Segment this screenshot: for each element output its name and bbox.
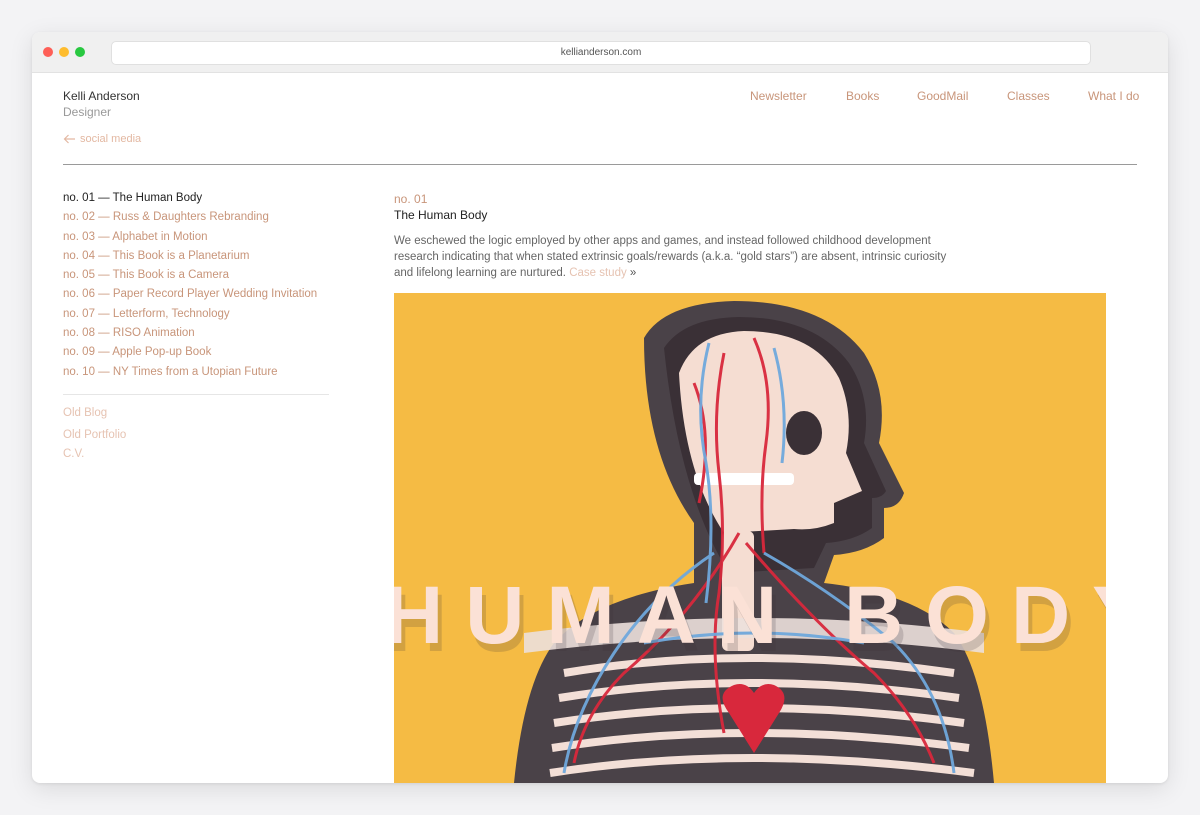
old-portfolio-link[interactable]: Old Portfolio xyxy=(63,429,126,441)
site-brand-role: Designer xyxy=(63,105,112,119)
project-title: The Human Body xyxy=(394,208,488,222)
project-item[interactable]: no. 10 — NY Times from a Utopian Future xyxy=(63,366,317,385)
project-item[interactable]: no. 02 — Russ & Daughters Rebranding xyxy=(63,211,317,230)
header-divider xyxy=(63,164,1137,165)
old-blog-link[interactable]: Old Blog xyxy=(63,407,107,419)
case-study-link[interactable]: Case study xyxy=(569,267,627,279)
hero-image-text: HUMAN BODY xyxy=(394,570,1106,661)
minimize-window-button[interactable] xyxy=(59,47,69,57)
back-link[interactable]: social media xyxy=(63,133,141,145)
project-item[interactable]: no. 06 — Paper Record Player Wedding Inv… xyxy=(63,288,317,307)
project-item[interactable]: no. 01 — The Human Body xyxy=(63,192,317,211)
nav-goodmail[interactable]: GoodMail xyxy=(917,89,968,103)
nav-newsletter[interactable]: Newsletter xyxy=(750,89,807,103)
project-item[interactable]: no. 07 — Letterform, Technology xyxy=(63,308,317,327)
project-item[interactable]: no. 05 — This Book is a Camera xyxy=(63,269,317,288)
site-brand-name[interactable]: Kelli Anderson xyxy=(63,89,140,103)
project-item[interactable]: no. 09 — Apple Pop-up Book xyxy=(63,346,317,365)
back-link-label: social media xyxy=(80,133,142,145)
nav-classes[interactable]: Classes xyxy=(1007,89,1050,103)
nav-books[interactable]: Books xyxy=(846,89,879,103)
project-item[interactable]: no. 04 — This Book is a Planetarium xyxy=(63,250,317,269)
nav-what-i-do[interactable]: What I do xyxy=(1088,89,1139,103)
sidebar-divider xyxy=(63,394,329,395)
site-content: Kelli Anderson Designer Newsletter Books… xyxy=(32,73,1168,783)
project-description: We eschewed the logic employed by other … xyxy=(394,233,964,281)
project-number: no. 01 xyxy=(394,192,428,206)
case-study-arrow: » xyxy=(629,267,637,279)
arrow-left-icon xyxy=(63,134,76,144)
address-bar[interactable]: kellianderson.com xyxy=(111,41,1091,65)
browser-window: kellianderson.com Kelli Anderson Designe… xyxy=(32,32,1168,783)
project-list: no. 01 — The Human Body no. 02 — Russ & … xyxy=(63,192,317,385)
close-window-button[interactable] xyxy=(43,47,53,57)
cv-link[interactable]: C.V. xyxy=(63,448,84,460)
project-item[interactable]: no. 08 — RISO Animation xyxy=(63,327,317,346)
description-text: We eschewed the logic employed by other … xyxy=(394,235,947,279)
browser-titlebar: kellianderson.com xyxy=(32,32,1168,73)
project-item[interactable]: no. 03 — Alphabet in Motion xyxy=(63,231,317,250)
project-hero-image[interactable]: HUMAN BODY HUMAN BODY xyxy=(394,293,1106,783)
maximize-window-button[interactable] xyxy=(75,47,85,57)
